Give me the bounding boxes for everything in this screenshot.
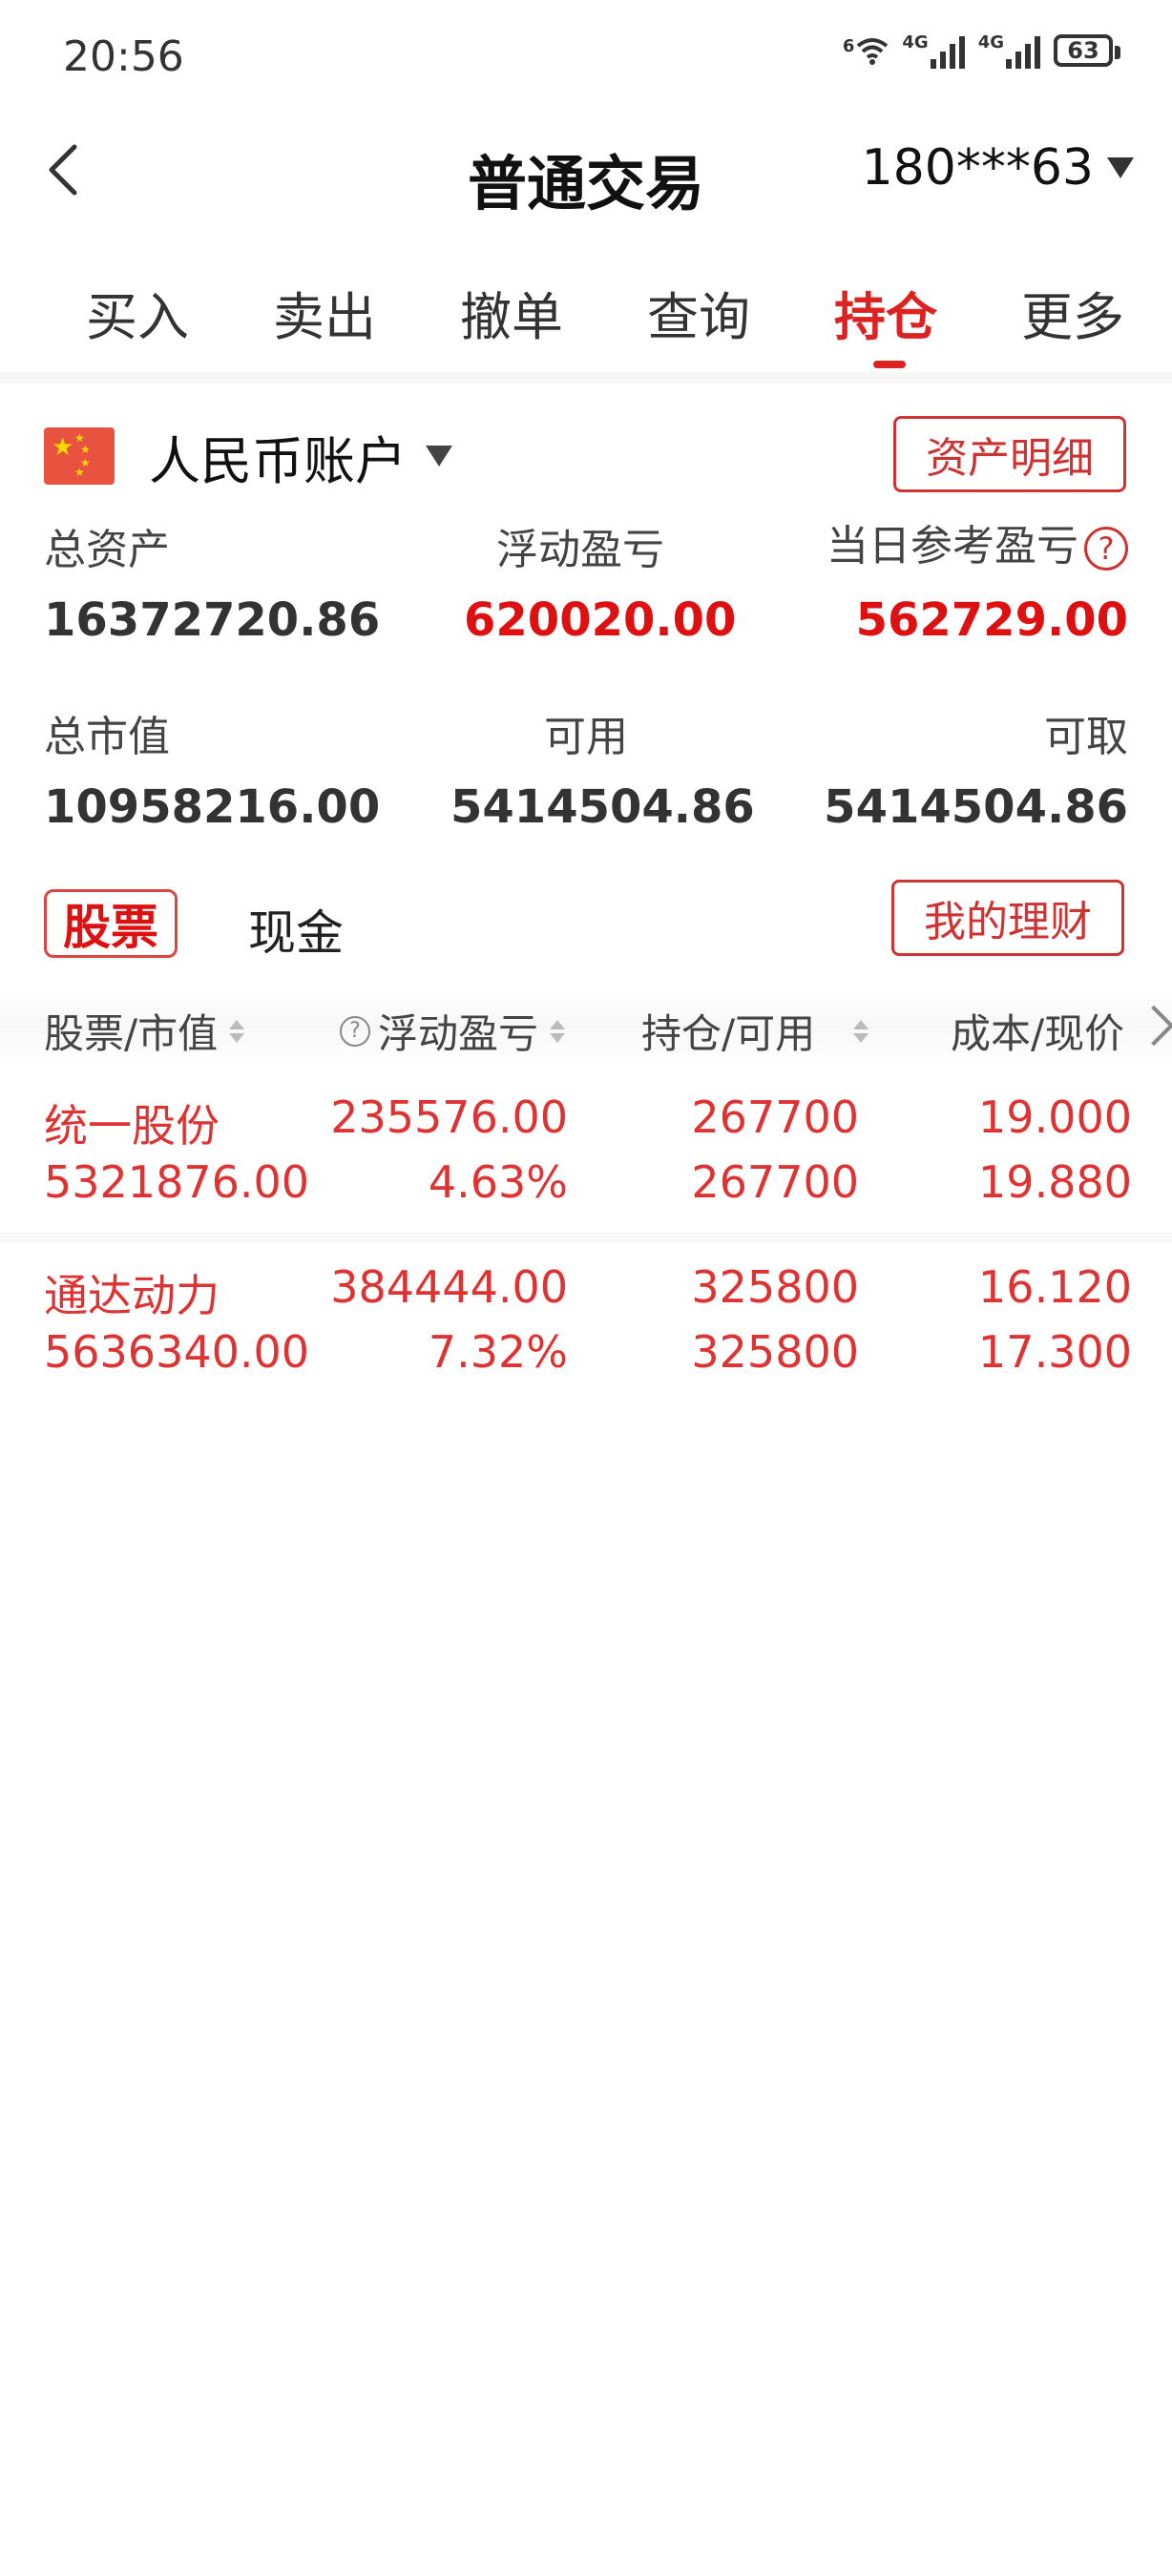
- stock-market-value: 5636340.00: [44, 1326, 310, 1378]
- help-icon: ?: [340, 1015, 370, 1047]
- status-time: 20:56: [63, 32, 184, 81]
- signal-icon-1: 4G: [902, 32, 965, 69]
- account-number: 180***63: [861, 139, 1094, 197]
- wifi-icon: 6: [843, 36, 889, 65]
- available-qty: 325800: [691, 1326, 859, 1378]
- section-divider: [0, 372, 1172, 384]
- account-type-label: 人民币账户: [149, 430, 407, 491]
- trade-tabs: 买入 卖出 撤单 查询 持仓 更多: [0, 258, 1172, 372]
- tab-stocks[interactable]: 股票: [44, 889, 178, 958]
- col-header-position[interactable]: 持仓/可用: [641, 1002, 869, 1060]
- app-header: 普通交易 180***63: [0, 114, 1172, 229]
- position-qty: 325800: [691, 1261, 859, 1313]
- position-qty: 267700: [691, 1091, 859, 1143]
- floating-pl-label: 浮动盈亏: [496, 526, 664, 574]
- stock-market-value: 5321876.00: [44, 1156, 310, 1208]
- stock-name: 统一股份: [44, 1100, 220, 1152]
- stock-name: 通达动力: [44, 1270, 220, 1321]
- floating-pl-value: 620020.00: [464, 593, 737, 647]
- cost-price: 19.000: [978, 1091, 1132, 1143]
- active-tab-indicator: [873, 361, 906, 368]
- tab-more[interactable]: 更多: [1021, 275, 1124, 350]
- available-value: 5414504.86: [450, 780, 755, 834]
- col-header-cost-price[interactable]: 成本/现价: [951, 1002, 1124, 1060]
- caret-down-icon: [426, 446, 452, 467]
- table-row[interactable]: 统一股份 5321876.00 235576.00 4.63% 267700 2…: [0, 1076, 1172, 1238]
- status-bar: 20:56 6 4G 4G 63: [0, 0, 1172, 114]
- total-assets-value: 16372720.86: [44, 593, 381, 647]
- total-assets-label: 总资产: [44, 526, 170, 574]
- pl-percent: 7.32%: [428, 1326, 568, 1378]
- signal-icon-2: 4G: [978, 32, 1040, 69]
- available-label: 可用: [544, 713, 628, 761]
- daily-pl-label-wrap: 当日参考盈亏?: [827, 511, 1128, 572]
- caret-down-icon: [1107, 157, 1134, 178]
- table-row[interactable]: 通达动力 5636340.00 384444.00 7.32% 325800 3…: [0, 1246, 1172, 1408]
- asset-detail-button[interactable]: 资产明细: [893, 416, 1126, 492]
- withdrawable-value: 5414504.86: [824, 780, 1128, 834]
- tab-cancel[interactable]: 撤单: [460, 275, 563, 350]
- row-divider: [0, 1233, 1172, 1242]
- withdrawable-label: 可取: [1044, 713, 1128, 761]
- available-qty: 267700: [691, 1156, 859, 1208]
- battery-icon: 63: [1054, 34, 1120, 67]
- current-price: 17.300: [978, 1326, 1132, 1378]
- cn-flag-icon: ★ ★ ★ ★ ★: [44, 427, 115, 485]
- status-icons: 6 4G 4G 63: [843, 32, 1120, 69]
- sort-icon: [229, 1019, 245, 1043]
- account-type-selector[interactable]: ★ ★ ★ ★ ★ 人民币账户: [44, 418, 452, 494]
- pl-amount: 235576.00: [330, 1091, 568, 1143]
- pl-percent: 4.63%: [428, 1156, 568, 1208]
- sort-icon: [853, 1019, 869, 1043]
- table-header: 股票/市值 ? 浮动盈亏 持仓/可用 成本/现价: [0, 988, 1172, 1065]
- tab-sell[interactable]: 卖出: [273, 275, 376, 350]
- my-wealth-button[interactable]: 我的理财: [891, 880, 1124, 956]
- chevron-right-icon[interactable]: [1133, 1005, 1172, 1047]
- tab-buy[interactable]: 买入: [86, 275, 189, 350]
- cost-price: 16.120: [978, 1261, 1132, 1313]
- market-value-label: 总市值: [44, 713, 170, 761]
- col-header-floating-pl[interactable]: ? 浮动盈亏: [340, 1002, 566, 1060]
- market-value-value: 10958216.00: [44, 780, 381, 834]
- help-icon[interactable]: ?: [1084, 527, 1128, 571]
- daily-pl-value: 562729.00: [855, 593, 1128, 647]
- tab-query[interactable]: 查询: [647, 275, 750, 350]
- daily-pl-label: 当日参考盈亏: [827, 522, 1078, 571]
- tab-cash[interactable]: 现金: [248, 895, 344, 964]
- tab-positions[interactable]: 持仓: [834, 275, 937, 350]
- sort-icon: [550, 1019, 566, 1043]
- col-header-stock[interactable]: 股票/市值: [44, 1002, 245, 1060]
- pl-amount: 384444.00: [330, 1261, 568, 1313]
- account-selector[interactable]: 180***63: [862, 139, 1134, 197]
- current-price: 19.880: [978, 1156, 1132, 1208]
